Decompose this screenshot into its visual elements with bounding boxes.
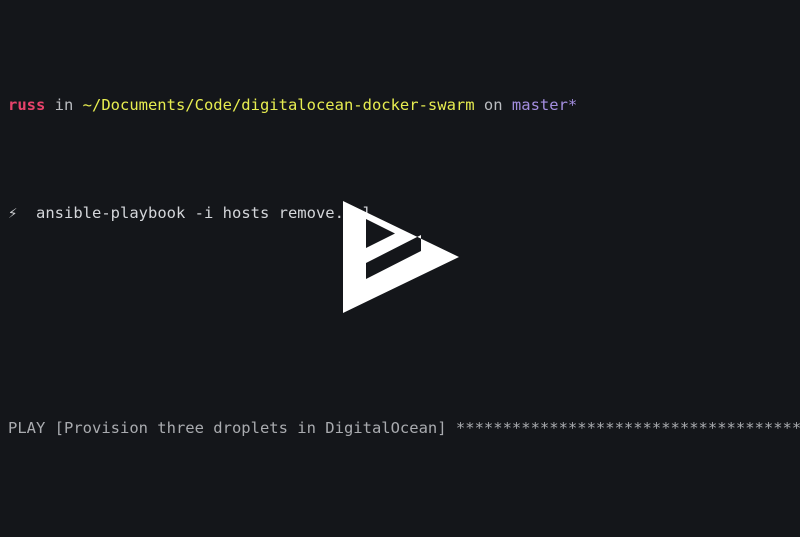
prompt-in-word: in — [45, 96, 83, 114]
asciinema-player: russ in ~/Documents/Code/digitalocean-do… — [0, 0, 800, 537]
play-button[interactable] — [343, 201, 459, 313]
lightning-bolt-icon: ⚡ — [8, 203, 18, 222]
terminal-line-blank-2 — [8, 525, 800, 537]
prompt-user: russ — [8, 96, 46, 114]
asciinema-play-icon — [343, 201, 459, 313]
prompt-path: ~/Documents/Code/digitalocean-docker-swa… — [82, 96, 475, 114]
terminal-line-blank-1 — [8, 310, 800, 332]
command-spacer — [17, 204, 36, 222]
prompt-command: ansible-playbook -i hosts remove.yml — [36, 203, 372, 222]
prompt-on-word: on — [474, 96, 512, 114]
terminal-line-play-header: PLAY [Provision three droplets in Digita… — [8, 418, 800, 437]
prompt-git-branch: master* — [511, 96, 578, 114]
terminal-line-prompt: russ in ~/Documents/Code/digitalocean-do… — [8, 95, 800, 117]
